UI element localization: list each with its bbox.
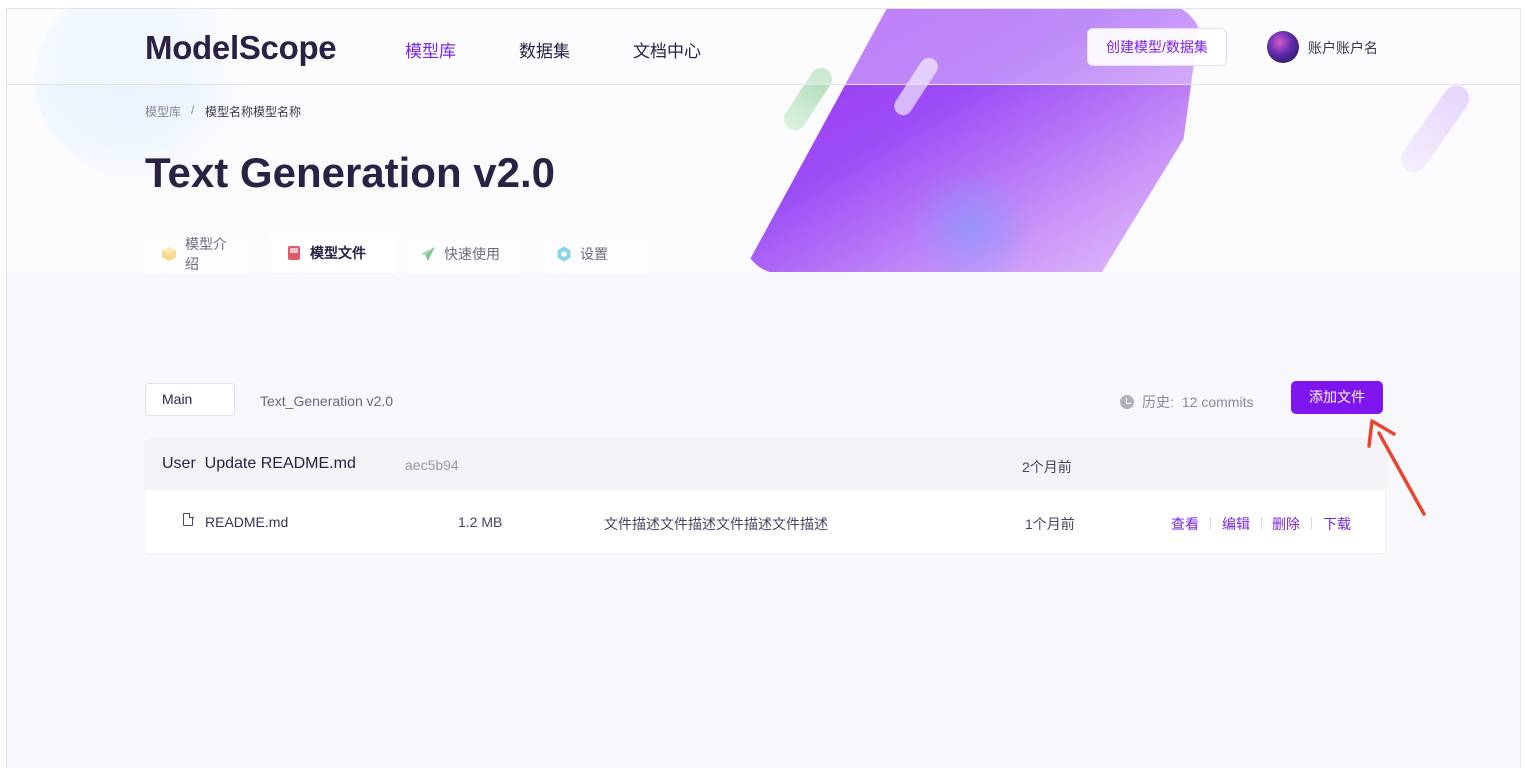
file-table: User Update README.md aec5b94 2个月前 READM… (145, 438, 1385, 553)
tab-quick-start[interactable]: 快速使用 (404, 235, 522, 273)
tab-settings[interactable]: 设置 (540, 235, 648, 273)
breadcrumb-current: 模型名称模型名称 (205, 105, 302, 119)
top-header: ModelScope 模型库 数据集 文档中心 创建模型/数据集 账户账户名 (7, 9, 1520, 85)
page-title: Text Generation v2.0 (145, 149, 556, 196)
delete-link[interactable]: 删除 (1272, 514, 1300, 534)
table-row[interactable]: README.md 1.2 MB 文件描述文件描述文件描述文件描述 1个月前 查… (145, 490, 1385, 553)
file-name[interactable]: README.md (205, 514, 288, 530)
view-link[interactable]: 查看 (1171, 514, 1199, 534)
avatar[interactable] (1267, 31, 1299, 63)
history-count[interactable]: 12 commits (1182, 394, 1254, 410)
breadcrumb-separator: / (191, 103, 195, 117)
history-label: 历史: (1142, 394, 1174, 410)
book-icon (286, 245, 302, 261)
commit-message: User Update README.md (162, 455, 356, 472)
create-model-button[interactable]: 创建模型/数据集 (1087, 28, 1227, 66)
username[interactable]: 账户账户名 (1308, 38, 1378, 58)
latest-commit-row: User Update README.md aec5b94 2个月前 (145, 438, 1385, 490)
file-size: 1.2 MB (458, 514, 503, 530)
paper-plane-icon (420, 246, 436, 262)
logo[interactable]: ModelScope (145, 29, 337, 67)
hero-glow (897, 179, 1047, 279)
edit-link[interactable]: 编辑 (1222, 514, 1250, 534)
nav-docs[interactable]: 文档中心 (633, 37, 701, 62)
commit-hash[interactable]: aec5b94 (405, 457, 459, 473)
file-icon (183, 512, 194, 526)
action-divider (1261, 517, 1262, 530)
breadcrumb-root[interactable]: 模型库 (145, 103, 181, 120)
nav-model-library[interactable]: 模型库 (405, 37, 456, 62)
download-link[interactable]: 下载 (1323, 514, 1351, 534)
clock-icon (1120, 395, 1134, 409)
app-window: ModelScope 模型库 数据集 文档中心 创建模型/数据集 账户账户名 模… (6, 8, 1521, 768)
tab-label: 设置 (580, 246, 608, 262)
repo-name: Text_Generation v2.0 (260, 393, 394, 409)
nav-datasets[interactable]: 数据集 (519, 37, 570, 62)
branch-select[interactable]: Main (145, 383, 235, 416)
file-time: 1个月前 (1025, 516, 1075, 532)
history-link[interactable]: 历史: 12 commits (1120, 392, 1253, 412)
file-description: 文件描述文件描述文件描述文件描述 (604, 516, 828, 532)
add-file-button[interactable]: 添加文件 (1291, 381, 1383, 414)
tab-label: 模型介绍 (185, 236, 227, 272)
gear-icon (556, 246, 572, 262)
commit-time: 2个月前 (1022, 459, 1072, 475)
tab-label: 快速使用 (444, 246, 500, 262)
action-divider (1210, 517, 1211, 530)
tab-label: 模型文件 (310, 245, 366, 261)
cube-icon (161, 246, 177, 262)
tab-model-intro[interactable]: 模型介绍 (145, 235, 247, 273)
tab-model-files[interactable]: 模型文件 (270, 233, 396, 273)
action-divider (1311, 517, 1312, 530)
decor-pill-lilac-right (1395, 80, 1475, 178)
